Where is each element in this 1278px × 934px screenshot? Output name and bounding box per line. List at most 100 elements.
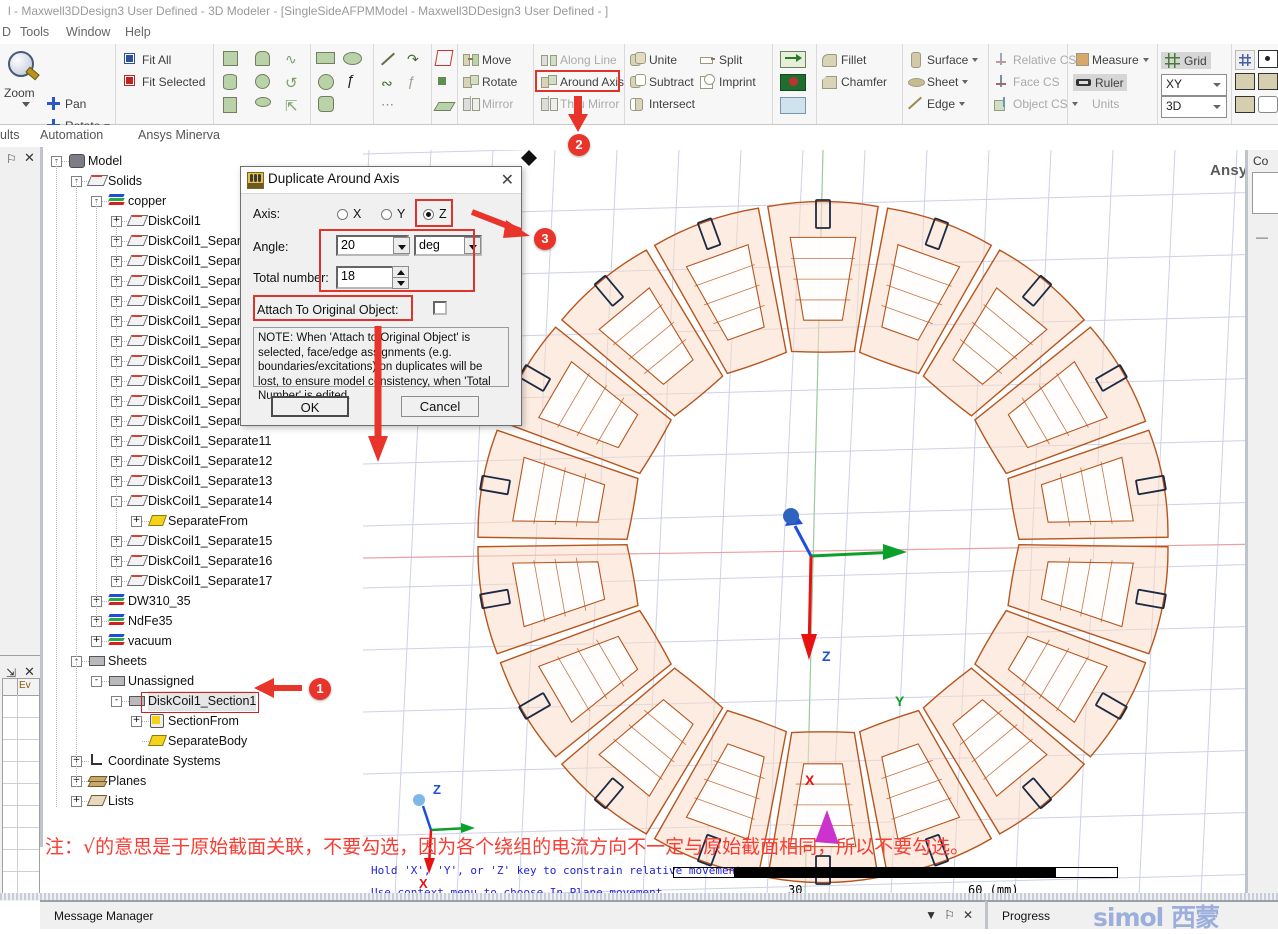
face-cs-button[interactable]: Face CS <box>994 74 1060 89</box>
tree-item-diskcoil1[interactable]: DiskCoil1 <box>148 211 201 231</box>
sweep-around-axis-icon[interactable] <box>780 74 806 91</box>
tree-item-diskcoil1-separa[interactable]: DiskCoil1_Separa <box>148 351 248 371</box>
tree-expander[interactable]: + <box>131 516 142 527</box>
arc-icon[interactable]: ↷ <box>407 51 419 68</box>
bottom-splitter[interactable] <box>0 893 1278 900</box>
line-icon[interactable] <box>381 52 395 66</box>
chamfer-button[interactable]: Chamfer <box>822 74 887 89</box>
right-dock-preview[interactable] <box>1252 172 1278 214</box>
menu-item-window[interactable]: Window <box>66 25 110 39</box>
mirror-button[interactable]: Mirror <box>463 96 513 111</box>
tree-item-vacuum[interactable]: vacuum <box>128 631 172 651</box>
fit-selected-button[interactable]: Fit Selected <box>123 74 205 89</box>
equation-line-icon[interactable]: ƒ <box>407 73 415 89</box>
tree-item-sectionfrom[interactable]: SectionFrom <box>168 711 239 731</box>
ok-button[interactable]: OK <box>271 396 349 417</box>
ruler-button[interactable]: Ruler <box>1073 74 1127 91</box>
measure-button[interactable]: Measure <box>1073 52 1149 67</box>
imprint-button[interactable]: Imprint <box>700 74 756 89</box>
tree-item-diskcoil1-separa[interactable]: DiskCoil1_Separa <box>148 271 248 291</box>
axis-radio-y[interactable] <box>381 209 392 220</box>
message-manager-close-icon[interactable]: ✕ <box>963 908 973 922</box>
message-manager-menu-icon[interactable]: ▼ <box>925 908 937 922</box>
tree-expander[interactable]: - <box>111 696 122 707</box>
bondwire-icon[interactable]: ⇱ <box>285 97 298 115</box>
tree-item-sheets[interactable]: Sheets <box>108 651 147 671</box>
grid-plane-select[interactable]: XY <box>1161 74 1227 96</box>
tab-results[interactable]: ults <box>0 128 19 142</box>
chevron-down-icon[interactable] <box>1213 105 1221 109</box>
torus-icon[interactable] <box>255 97 271 107</box>
view-window2-icon[interactable] <box>1258 73 1278 90</box>
message-manager-pin-icon[interactable]: ⚐ <box>944 908 955 922</box>
helix-icon[interactable]: ∿ <box>285 51 297 68</box>
rectangle-icon[interactable] <box>316 52 335 64</box>
grid-settings-icon[interactable] <box>1235 50 1255 70</box>
tree-item-diskcoil1-separate13[interactable]: DiskCoil1_Separate13 <box>148 471 272 491</box>
surface-button[interactable]: Surface <box>908 52 979 68</box>
chevron-down-icon[interactable] <box>22 102 30 107</box>
axis-radio-x[interactable] <box>337 209 348 220</box>
tree-item-diskcoil1-separate15[interactable]: DiskCoil1_Separate15 <box>148 531 272 551</box>
split-button[interactable]: Split <box>700 52 742 67</box>
view-single-icon[interactable] <box>1258 50 1278 68</box>
tree-item-ndfe35[interactable]: NdFe35 <box>128 611 172 631</box>
total-number-spinner-down[interactable] <box>392 277 409 289</box>
tree-item-planes[interactable]: Planes <box>108 771 146 791</box>
sweep-icon[interactable]: ↺ <box>285 74 298 92</box>
axis-option-x-label[interactable]: X <box>353 207 361 221</box>
axis-radio-z[interactable] <box>423 209 434 220</box>
view-window-icon[interactable] <box>1235 73 1255 90</box>
menu-item-help[interactable]: Help <box>125 25 151 39</box>
sphere-icon[interactable] <box>255 74 270 89</box>
view-rotate-icon[interactable] <box>1258 96 1278 113</box>
tree-item-diskcoil1-separa[interactable]: DiskCoil1_Separa <box>148 231 248 251</box>
tree-item-diskcoil1-separa[interactable]: DiskCoil1_Separa <box>148 391 248 411</box>
tree-item-separatebody[interactable]: SeparateBody <box>168 731 247 751</box>
plane-icon[interactable] <box>433 98 456 111</box>
unite-button[interactable]: Unite <box>630 52 677 67</box>
duplicate-thru-mirror-button[interactable]: Thru Mirror <box>541 96 619 111</box>
angle-dropdown-button[interactable] <box>393 237 410 254</box>
fillet-button[interactable]: Fillet <box>822 52 866 67</box>
chevron-down-icon[interactable] <box>959 102 966 106</box>
tree-item-diskcoil1-separate16[interactable]: DiskCoil1_Separate16 <box>148 551 272 571</box>
tree-item-diskcoil1-separate17[interactable]: DiskCoil1_Separate17 <box>148 571 272 591</box>
sweep-along-vector-icon[interactable] <box>780 51 806 68</box>
menu-item-tools[interactable]: Tools <box>20 25 49 39</box>
chevron-down-icon[interactable] <box>1142 58 1149 62</box>
tree-item-diskcoil1-separa[interactable]: DiskCoil1_Separa <box>148 251 248 271</box>
tree-item-diskcoil1-separa[interactable]: DiskCoil1_Separa <box>148 311 248 331</box>
tree-item-coordinate-systems[interactable]: Coordinate Systems <box>108 751 221 771</box>
tree-item-diskcoil1-separa[interactable]: DiskCoil1_Separa <box>148 371 248 391</box>
tree-item-unassigned[interactable]: Unassigned <box>128 671 194 691</box>
close-icon[interactable]: ✕ <box>24 150 35 166</box>
equation-curve-icon[interactable]: ƒ <box>346 72 354 89</box>
point-entity-icon[interactable] <box>438 77 446 85</box>
duplicate-around-axis-button[interactable]: Around Axis <box>541 74 624 89</box>
coil-ring[interactable] <box>477 199 1169 885</box>
sweep-along-path-icon[interactable] <box>780 97 806 114</box>
move-button[interactable]: Move <box>463 52 511 67</box>
fit-all-button[interactable]: Fit All <box>123 52 171 67</box>
ellipse-icon[interactable] <box>343 52 362 65</box>
tree-expander[interactable]: - <box>91 676 102 687</box>
rotate-object-button[interactable]: Rotate <box>463 74 517 89</box>
properties-grid[interactable]: Ev <box>2 678 40 900</box>
tree-item-solids[interactable]: Solids <box>108 171 142 191</box>
regular-polyhedron-icon[interactable] <box>223 97 237 113</box>
sheet-button[interactable]: Sheet <box>908 74 969 89</box>
chevron-down-icon[interactable] <box>962 80 969 84</box>
right-dock-more-icon[interactable]: — <box>1256 230 1268 244</box>
axis-option-z-label[interactable]: Z <box>439 207 447 221</box>
subtract-button[interactable]: Subtract <box>630 74 694 89</box>
zoom-button-label[interactable]: Zoom <box>4 86 35 100</box>
chevron-down-icon[interactable] <box>1213 83 1221 87</box>
tree-item-lists[interactable]: Lists <box>108 791 134 811</box>
tree-item-diskcoil1-separate12[interactable]: DiskCoil1_Separate12 <box>148 451 272 471</box>
pin-icon[interactable]: ⚐ <box>6 152 17 166</box>
circle-icon[interactable] <box>318 74 334 90</box>
duplicate-around-axis-dialog[interactable]: Duplicate Around Axis ✕ Axis: X Y Z Angl… <box>240 166 522 426</box>
tab-ansys-minerva[interactable]: Ansys Minerva <box>138 128 220 142</box>
tree-item-dw310-35[interactable]: DW310_35 <box>128 591 191 611</box>
